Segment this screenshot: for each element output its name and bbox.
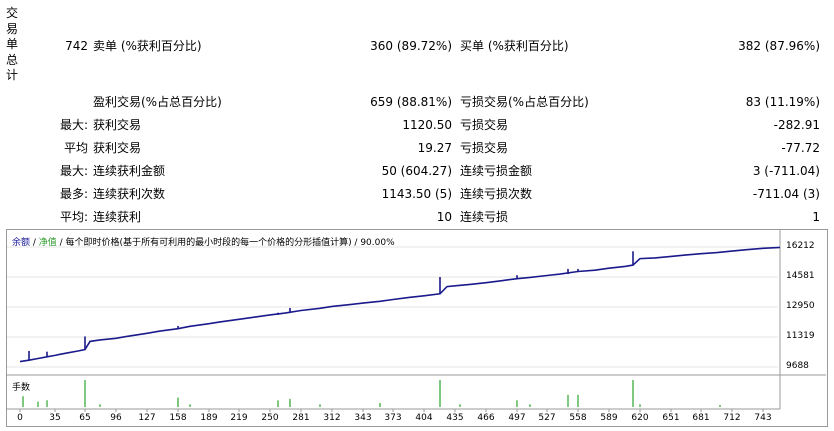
profit-trades-value: 659 (88.81%) <box>370 95 452 109</box>
chart-title-rest: / 每个即时价格(基于所有可利用的最小时段的每一个价格的分形插值计算) / 90… <box>56 238 395 248</box>
x-tick-label: 0 <box>17 413 23 423</box>
x-tick-label: 589 <box>600 413 618 423</box>
x-tick-label: 343 <box>354 413 372 423</box>
row-prefix: 平均 <box>63 141 88 155</box>
x-tick-label: 127 <box>138 413 156 423</box>
chart-title: 余额 / 净值 / 每个即时价格(基于所有可利用的最小时段的每一个价格的分形插值… <box>12 235 395 248</box>
long-trades-value: 382 (87.96%) <box>738 39 820 53</box>
row-right-value: -711.04 (3) <box>752 187 820 201</box>
row-right-label: 连续亏损金额 <box>460 164 533 178</box>
y-tick-label: 9688 <box>786 361 809 371</box>
chart-title-balance: 余额 <box>12 238 31 248</box>
x-tick-label: 651 <box>662 413 680 423</box>
x-tick-label: 466 <box>477 413 495 423</box>
chart-title-equity: 净值 <box>38 238 57 248</box>
volume-label: 手数 <box>12 383 31 393</box>
x-tick-label: 189 <box>200 413 218 423</box>
y-tick-label: 14581 <box>786 271 815 281</box>
total-trades-value: 742 <box>65 39 88 53</box>
x-tick-label: 312 <box>323 413 341 423</box>
section-label-char: 交 <box>6 6 19 20</box>
profit-trades-label: 盈利交易(%占总百分比) <box>93 95 222 109</box>
loss-trades-value: 83 (11.19%) <box>745 95 820 109</box>
x-tick-label: 219 <box>230 413 248 423</box>
row-left-value: 1143.50 (5) <box>381 187 452 201</box>
row-right-value: -77.72 <box>781 141 820 155</box>
row-left-value: 1120.50 <box>402 118 452 132</box>
row-left-label: 获利交易 <box>93 118 142 132</box>
row-right-value: 3 (-711.04) <box>752 164 820 178</box>
balance-series-line <box>19 246 781 363</box>
row-left-value: 19.27 <box>417 141 452 155</box>
x-tick-label: 620 <box>631 413 649 423</box>
x-tick-label: 250 <box>261 413 279 423</box>
x-tick-label: 712 <box>723 413 741 423</box>
y-tick-label: 12950 <box>786 301 815 311</box>
row-right-value: 1 <box>812 210 820 224</box>
row-right-value: -282.91 <box>773 118 820 132</box>
row-right-label: 亏损交易 <box>460 141 509 155</box>
section-label-char: 总 <box>6 52 19 67</box>
section-label-char: 单 <box>6 37 19 51</box>
row-left-label: 连续获利 <box>93 210 142 224</box>
row-left-label: 连续获利金额 <box>93 164 166 178</box>
x-tick-label: 497 <box>508 413 526 423</box>
long-trades-label: 买单 (%获利百分比) <box>460 39 569 53</box>
loss-trades-label: 亏损交易(%占总百分比) <box>460 95 589 109</box>
x-tick-label: 158 <box>169 413 187 423</box>
balance-chart: 余额 / 净值 / 每个即时价格(基于所有可利用的最小时段的每一个价格的分形插值… <box>6 229 828 427</box>
short-trades-value: 360 (89.72%) <box>370 39 452 53</box>
x-tick-label: 404 <box>415 413 433 423</box>
row-prefix: 最大: <box>59 118 88 132</box>
x-tick-label: 527 <box>538 413 556 423</box>
x-tick-label: 96 <box>110 413 122 423</box>
section-label-trade-summary: 交 易 单 总 计 <box>6 6 20 84</box>
row-right-label: 连续亏损次数 <box>460 187 533 201</box>
row-right-label: 亏损交易 <box>460 118 509 132</box>
x-tick-label: 35 <box>49 413 61 423</box>
row-left-label: 连续获利次数 <box>93 187 166 201</box>
x-tick-label: 743 <box>754 413 772 423</box>
section-label-char: 易 <box>6 21 19 36</box>
x-tick-label: 281 <box>292 413 310 423</box>
chart-title-sep: / <box>30 238 39 248</box>
y-tick-label: 11319 <box>786 331 815 341</box>
row-left-label: 获利交易 <box>93 141 142 155</box>
row-right-label: 连续亏损 <box>460 210 509 224</box>
row-left-value: 50 (604.27) <box>381 164 452 178</box>
x-tick-label: 373 <box>384 413 402 423</box>
x-tick-label: 558 <box>569 413 587 423</box>
y-tick-label: 16212 <box>786 241 815 251</box>
x-tick-label: 65 <box>79 413 91 423</box>
row-prefix: 最多: <box>59 187 88 201</box>
row-left-value: 10 <box>436 210 452 224</box>
x-tick-label: 435 <box>446 413 464 423</box>
chart-plot <box>7 230 826 412</box>
short-trades-label: 卖单 (%获利百分比) <box>93 39 202 53</box>
row-prefix: 最大: <box>59 164 88 178</box>
section-label-char: 计 <box>6 68 19 82</box>
x-tick-label: 681 <box>692 413 710 423</box>
row-prefix: 平均: <box>59 210 88 224</box>
